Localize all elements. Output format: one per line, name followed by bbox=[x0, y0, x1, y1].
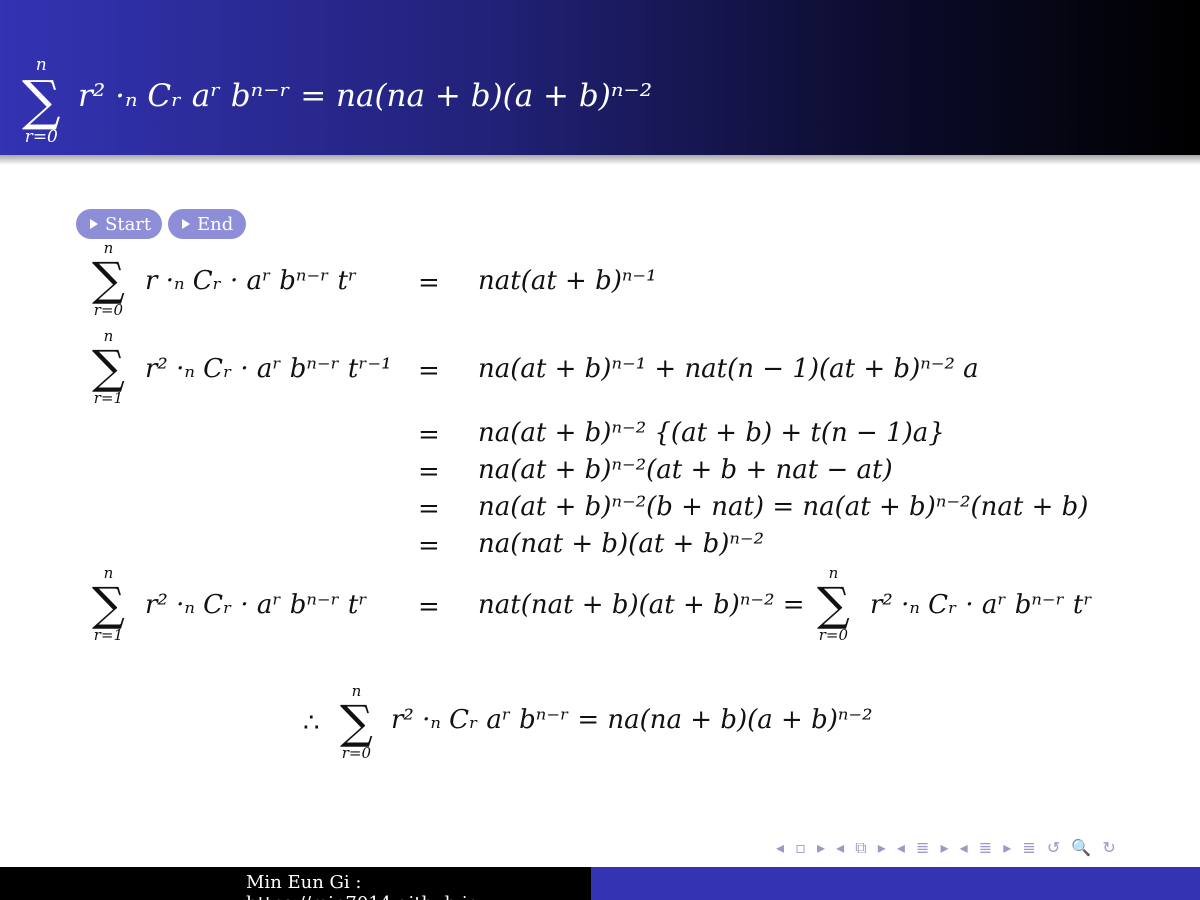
row7-summation: n ∑ r=1 bbox=[92, 565, 125, 643]
row6-equals: = bbox=[418, 531, 440, 561]
end-button[interactable]: End bbox=[168, 209, 246, 239]
row2-equals: = bbox=[418, 356, 440, 386]
footer-right bbox=[591, 867, 1200, 900]
slide-header: n ∑ r=0 r² ·ₙ Cᵣ aʳ bⁿ⁻ʳ = na(na + b)(a … bbox=[0, 0, 1200, 155]
footer-left: Min Eun Gi : https://min7014.github.io bbox=[0, 867, 591, 900]
row2-lhs: r² ·ₙ Cᵣ · aʳ bⁿ⁻ʳ tʳ⁻¹ bbox=[145, 354, 392, 384]
conclusion-formula: r² ·ₙ Cᵣ aʳ bⁿ⁻ʳ = na(na + b)(a + b)ⁿ⁻² bbox=[391, 705, 873, 735]
row7-sum-lower: r=1 bbox=[93, 626, 124, 644]
row7-rhs-sum-lower: r=0 bbox=[818, 626, 849, 644]
row1-sum-symbol: ∑ bbox=[92, 252, 125, 306]
row1-equals: = bbox=[418, 268, 440, 298]
header-shadow bbox=[0, 155, 1200, 165]
start-button[interactable]: Start bbox=[76, 209, 162, 239]
row2-sum-lower: r=1 bbox=[93, 389, 124, 407]
row7-rhs-tail: r² ·ₙ Cᵣ · aʳ bⁿ⁻ʳ tʳ bbox=[870, 590, 1093, 620]
row7-rhs: nat(nat + b)(at + b)ⁿ⁻² = bbox=[478, 590, 805, 620]
row6-rhs: na(nat + b)(at + b)ⁿ⁻² bbox=[478, 529, 765, 559]
row5-equals: = bbox=[418, 494, 440, 524]
row7-equals: = bbox=[418, 592, 440, 622]
row7-rhs-sum-symbol: ∑ bbox=[817, 577, 850, 631]
row3-equals: = bbox=[418, 420, 440, 450]
play-icon bbox=[90, 219, 98, 229]
play-icon bbox=[182, 219, 190, 229]
row3-rhs: na(at + b)ⁿ⁻² {(at + b) + t(n − 1)a} bbox=[478, 418, 945, 448]
row7-rhs-summation: n ∑ r=0 bbox=[817, 565, 850, 643]
conclusion-summation: n ∑ r=0 bbox=[340, 683, 373, 761]
therefore-symbol: ∴ bbox=[303, 708, 320, 738]
row2-sum-symbol: ∑ bbox=[92, 340, 125, 394]
title-sum-symbol: ∑ bbox=[22, 69, 61, 132]
slide-title: r² ·ₙ Cᵣ aʳ bⁿ⁻ʳ = na(na + b)(a + b)ⁿ⁻² bbox=[78, 78, 653, 114]
row4-rhs: na(at + b)ⁿ⁻²(at + b + nat − at) bbox=[478, 455, 893, 485]
row4-equals: = bbox=[418, 457, 440, 487]
row5-rhs: na(at + b)ⁿ⁻²(b + nat) = na(at + b)ⁿ⁻²(n… bbox=[478, 492, 1089, 522]
title-sum-lower: r=0 bbox=[24, 127, 58, 147]
row1-lhs: r ·ₙ Cᵣ · aʳ bⁿ⁻ʳ tʳ bbox=[145, 266, 357, 296]
row1-summation: n ∑ r=0 bbox=[92, 240, 125, 318]
row7-sum-symbol: ∑ bbox=[92, 577, 125, 631]
conclusion-sum-lower: r=0 bbox=[341, 744, 372, 762]
end-button-label: End bbox=[197, 213, 234, 235]
row7-lhs: r² ·ₙ Cᵣ · aʳ bⁿ⁻ʳ tʳ bbox=[145, 590, 368, 620]
row1-rhs: nat(at + b)ⁿ⁻¹ bbox=[478, 266, 657, 296]
row2-summation: n ∑ r=1 bbox=[92, 328, 125, 406]
row1-sum-lower: r=0 bbox=[93, 301, 124, 319]
beamer-navigation[interactable]: ◂ ▫ ▸ ◂ ⧉ ▸ ◂ ≣ ▸ ◂ ≣ ▸ ≣ ↺ 🔍 ↻ bbox=[776, 838, 1119, 858]
row2-rhs: na(at + b)ⁿ⁻¹ + nat(n − 1)(at + b)ⁿ⁻² a bbox=[478, 354, 979, 384]
footer-author: Min Eun Gi : https://min7014.github.io bbox=[246, 872, 479, 900]
title-summation: n ∑ r=0 bbox=[22, 56, 61, 146]
start-button-label: Start bbox=[105, 213, 152, 235]
conclusion-sum-symbol: ∑ bbox=[340, 695, 373, 749]
